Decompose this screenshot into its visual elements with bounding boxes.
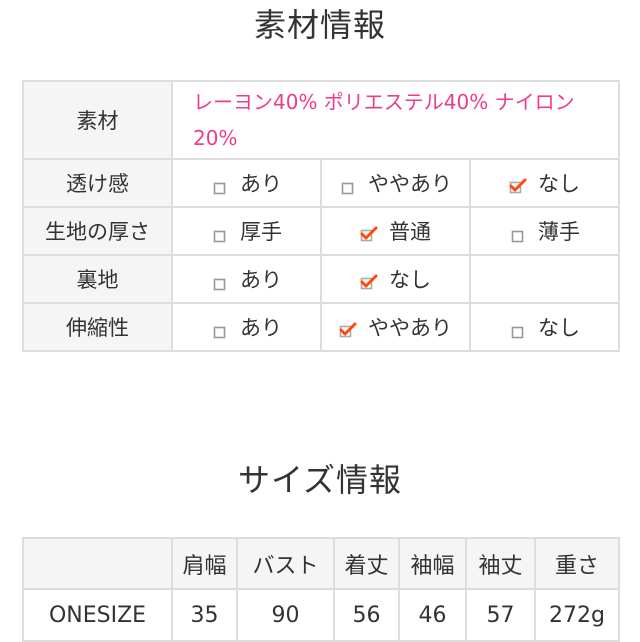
size-column-header: バスト (236, 537, 335, 590)
checkbox-option[interactable]: なし (360, 264, 431, 294)
material-label: 素材 (22, 80, 173, 160)
option-label: あり (240, 316, 282, 340)
checked-checkbox-icon[interactable] (339, 322, 357, 337)
size-column-header: 肩幅 (171, 537, 238, 590)
unchecked-checkbox-icon[interactable] (211, 322, 226, 338)
option-label: なし (538, 172, 580, 196)
size-value: 57 (465, 588, 536, 642)
option-cell: なし (469, 158, 620, 208)
option-cell: なし (469, 302, 620, 352)
checkbox-option[interactable]: なし (509, 168, 580, 198)
attribute-label: 生地の厚さ (22, 206, 173, 256)
option-label: あり (240, 172, 282, 196)
option-cell: あり (171, 254, 322, 304)
size-corner-cell (22, 537, 173, 590)
option-label: なし (538, 316, 580, 340)
checkbox-option[interactable]: あり (211, 312, 282, 342)
option-label: なし (389, 268, 431, 292)
unchecked-checkbox-icon[interactable] (339, 178, 354, 194)
checked-checkbox-icon[interactable] (360, 226, 378, 241)
checkbox-option[interactable]: 薄手 (509, 216, 580, 246)
attribute-row: 伸縮性 あり ややあり なし (22, 302, 620, 352)
option-label: あり (240, 268, 282, 292)
option-label: ややあり (368, 172, 452, 196)
size-row: ONESIZE 35 90 56 46 57 272g (22, 588, 620, 642)
size-value: 90 (236, 588, 335, 642)
option-cell: ややあり (320, 302, 471, 352)
attribute-row: 透け感 あり ややあり なし (22, 158, 620, 208)
checkbox-option[interactable]: あり (211, 168, 282, 198)
checkbox-option[interactable]: あり (211, 264, 282, 294)
size-info-title: サイズ情報 (237, 461, 403, 499)
size-column-header: 重さ (534, 537, 620, 590)
checked-checkbox-icon[interactable] (360, 274, 378, 289)
attribute-label: 伸縮性 (22, 302, 173, 352)
checkbox-option[interactable]: ややあり (339, 168, 452, 198)
material-table: 素材 レーヨン40% ポリエステル40% ナイロン20% 透け感 あり ややあり なし… (22, 80, 620, 352)
material-composition: レーヨン40% ポリエステル40% ナイロン20% (171, 80, 620, 160)
option-label: ややあり (368, 316, 452, 340)
size-header-row: 肩幅 バスト 着丈 袖幅 袖丈 重さ (22, 537, 620, 590)
material-row: 素材 レーヨン40% ポリエステル40% ナイロン20% (22, 80, 620, 160)
unchecked-checkbox-icon[interactable] (211, 274, 226, 290)
option-cell: ややあり (320, 158, 471, 208)
attribute-row: 生地の厚さ 厚手 普通 薄手 (22, 206, 620, 256)
option-cell: 厚手 (171, 206, 322, 256)
option-cell: あり (171, 158, 322, 208)
option-cell: あり (171, 302, 322, 352)
option-cell: なし (320, 254, 471, 304)
attribute-label: 裏地 (22, 254, 173, 304)
option-label: 普通 (389, 220, 431, 244)
size-table: 肩幅 バスト 着丈 袖幅 袖丈 重さ ONESIZE 35 90 56 46 57 272g (22, 537, 620, 642)
size-value: 46 (398, 588, 467, 642)
checkbox-option[interactable]: 普通 (360, 216, 431, 246)
unchecked-checkbox-icon[interactable] (211, 226, 226, 242)
checked-checkbox-icon[interactable] (509, 178, 527, 193)
size-value: 35 (171, 588, 238, 642)
size-column-header: 着丈 (333, 537, 400, 590)
material-info-title: 素材情報 (253, 6, 386, 44)
size-name: ONESIZE (22, 588, 173, 642)
unchecked-checkbox-icon[interactable] (509, 226, 524, 242)
unchecked-checkbox-icon[interactable] (211, 178, 226, 194)
size-value: 272g (534, 588, 620, 642)
unchecked-checkbox-icon[interactable] (509, 322, 524, 338)
option-cell: 普通 (320, 206, 471, 256)
option-label: 厚手 (240, 220, 282, 244)
empty-cell (469, 254, 620, 304)
attribute-row: 裏地 あり なし (22, 254, 620, 304)
checkbox-option[interactable]: なし (509, 312, 580, 342)
size-value: 56 (333, 588, 400, 642)
checkbox-option[interactable]: ややあり (339, 312, 452, 342)
checkbox-option[interactable]: 厚手 (211, 216, 282, 246)
size-column-header: 袖幅 (398, 537, 467, 590)
option-cell: 薄手 (469, 206, 620, 256)
option-label: 薄手 (538, 220, 580, 244)
attribute-label: 透け感 (22, 158, 173, 208)
size-column-header: 袖丈 (465, 537, 536, 590)
